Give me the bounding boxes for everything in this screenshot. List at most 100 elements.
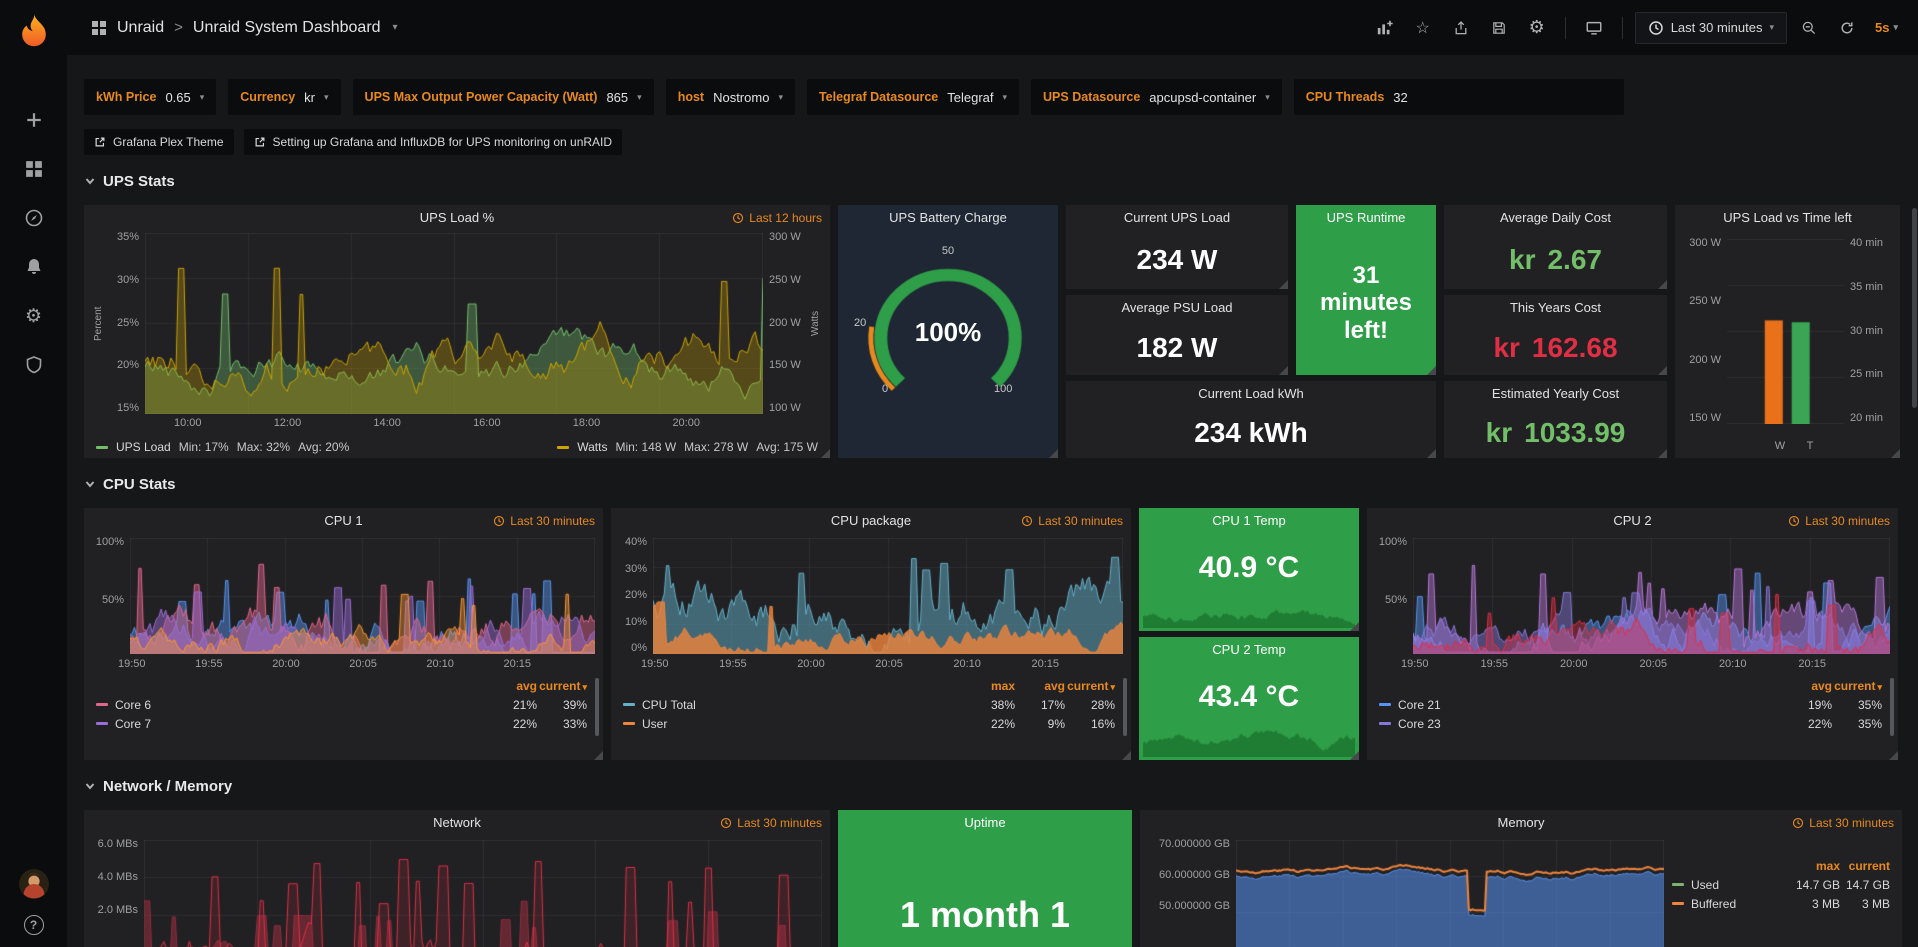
resize-handle[interactable] (1350, 751, 1359, 760)
panel-time-override[interactable]: Last 30 minutes (1021, 514, 1123, 528)
panel-title[interactable]: UPS Runtime (1296, 205, 1436, 231)
ups-load-chart[interactable] (145, 233, 763, 414)
variable-telegraf-datasource[interactable]: Telegraf Datasource Telegraf ▾ (807, 79, 1019, 115)
legend-col-max[interactable]: max (965, 679, 1015, 693)
save-icon[interactable] (1483, 12, 1515, 44)
panel-title[interactable]: Uptime (838, 810, 1132, 836)
resize-handle[interactable] (1279, 280, 1288, 289)
dashboard-settings-gear-icon[interactable]: ⚙ (1521, 12, 1553, 44)
configuration-gear-icon[interactable]: ⚙ (24, 306, 44, 326)
legend-col-current[interactable]: current▾ (537, 679, 587, 693)
resize-handle[interactable] (1122, 751, 1131, 760)
star-icon[interactable]: ☆ (1407, 12, 1439, 44)
variable-host[interactable]: host Nostromo ▾ (666, 79, 795, 115)
network-chart[interactable] (144, 840, 822, 947)
resize-handle[interactable] (1049, 449, 1058, 458)
dashboard-title[interactable]: Unraid System Dashboard (193, 19, 381, 37)
panel-time-override[interactable]: Last 30 minutes (720, 816, 822, 830)
series-name[interactable]: CPU Total (642, 698, 696, 712)
resize-handle[interactable] (1658, 366, 1667, 375)
apps-grid-icon[interactable] (91, 20, 107, 36)
explore-compass-icon[interactable] (24, 208, 44, 228)
section-header-cpu-stats[interactable]: CPU Stats (84, 474, 1901, 494)
resize-handle[interactable] (1350, 622, 1359, 631)
user-avatar[interactable] (19, 869, 49, 899)
panel-time-override[interactable]: Last 30 minutes (1788, 514, 1890, 528)
cpu-package-chart[interactable] (653, 538, 1123, 654)
cycle-view-monitor-icon[interactable] (1578, 12, 1610, 44)
panel-title[interactable]: UPS Load vs Time left (1675, 205, 1900, 231)
panel-time-override[interactable]: Last 30 minutes (1792, 816, 1894, 830)
legend-col-avg[interactable]: avg (487, 679, 537, 693)
battery-gauge[interactable]: 50 20 0 100 100% (848, 245, 1048, 405)
panel-title[interactable]: CPU 2 Temp (1139, 637, 1359, 663)
section-header-network-memory[interactable]: Network / Memory (84, 776, 1901, 796)
alerting-bell-icon[interactable] (24, 257, 44, 277)
resize-handle[interactable] (1427, 449, 1436, 458)
legend-scrollbar[interactable] (1123, 678, 1127, 736)
resize-handle[interactable] (1279, 366, 1288, 375)
series-name[interactable]: Core 21 (1398, 698, 1441, 712)
series-name[interactable]: Watts (577, 440, 607, 454)
series-name[interactable]: Core 6 (115, 698, 151, 712)
help-icon[interactable]: ? (24, 915, 44, 935)
resize-handle[interactable] (1891, 449, 1900, 458)
zoom-out-icon[interactable] (1793, 12, 1825, 44)
resize-handle[interactable] (1889, 751, 1898, 760)
panel-title[interactable]: This Years Cost (1444, 295, 1667, 321)
variable-currency[interactable]: Currency kr ▾ (228, 79, 340, 115)
series-name[interactable]: User (642, 717, 667, 731)
panel-title[interactable]: Network (84, 810, 830, 836)
variable-cpu-threads-input[interactable]: CPU Threads 32 (1294, 79, 1624, 115)
panel-title[interactable]: CPU 1 Temp (1139, 508, 1359, 534)
series-name[interactable]: Buffered (1691, 897, 1736, 911)
dashboard-caret-icon[interactable]: ▾ (393, 22, 398, 33)
legend-scrollbar[interactable] (595, 678, 599, 736)
resize-handle[interactable] (1658, 280, 1667, 289)
page-scrollbar-thumb[interactable] (1912, 208, 1917, 408)
add-panel-button[interactable] (1369, 12, 1401, 44)
dashboards-icon[interactable] (24, 159, 44, 179)
cpu2-chart[interactable] (1413, 538, 1890, 654)
resize-handle[interactable] (821, 449, 830, 458)
panel-title[interactable]: Memory (1140, 810, 1902, 836)
panel-title[interactable]: UPS Load % (84, 205, 830, 231)
share-icon[interactable] (1445, 12, 1477, 44)
series-name[interactable]: Used (1691, 878, 1719, 892)
legend-col-max[interactable]: max (1790, 859, 1840, 873)
create-plus-icon[interactable] (24, 110, 44, 130)
refresh-interval-dropdown[interactable]: 5s ▾ (1869, 20, 1904, 35)
memory-chart[interactable] (1236, 840, 1664, 947)
link-ups-monitoring-guide[interactable]: Setting up Grafana and InfluxDB for UPS … (244, 129, 623, 155)
link-grafana-plex-theme[interactable]: Grafana Plex Theme (84, 129, 234, 155)
series-name[interactable]: Core 23 (1398, 717, 1441, 731)
resize-handle[interactable] (1427, 366, 1436, 375)
breadcrumb-root[interactable]: Unraid (117, 19, 164, 37)
legend-col-current[interactable]: current▾ (1065, 679, 1115, 693)
panel-title[interactable]: UPS Battery Charge (838, 205, 1058, 231)
panel-title[interactable]: Current Load kWh (1066, 381, 1436, 407)
legend-scrollbar[interactable] (1890, 678, 1894, 736)
series-name[interactable]: UPS Load (116, 440, 171, 454)
resize-handle[interactable] (594, 751, 603, 760)
resize-handle[interactable] (1658, 449, 1667, 458)
panel-title[interactable]: Average Daily Cost (1444, 205, 1667, 231)
panel-time-override[interactable]: Last 30 minutes (493, 514, 595, 528)
panel-title[interactable]: Current UPS Load (1066, 205, 1288, 231)
panel-title[interactable]: Average PSU Load (1066, 295, 1288, 321)
series-name[interactable]: Core 7 (115, 717, 151, 731)
refresh-icon[interactable] (1831, 12, 1863, 44)
panel-time-override[interactable]: Last 12 hours (732, 211, 822, 225)
time-range-picker[interactable]: Last 30 minutes ▾ (1635, 12, 1787, 44)
grafana-logo-icon[interactable] (16, 12, 52, 48)
panel-title[interactable]: Estimated Yearly Cost (1444, 381, 1667, 407)
section-header-ups-stats[interactable]: UPS Stats (84, 171, 1901, 191)
server-admin-shield-icon[interactable] (24, 355, 44, 375)
legend-col-current[interactable]: current▾ (1832, 679, 1882, 693)
legend-col-avg[interactable]: avg (1015, 679, 1065, 693)
ups-load-vs-time-bar-chart[interactable] (1727, 239, 1844, 424)
variable-ups-max-output[interactable]: UPS Max Output Power Capacity (Watt) 865… (353, 79, 654, 115)
variable-ups-datasource[interactable]: UPS Datasource apcupsd-container ▾ (1031, 79, 1282, 115)
legend-col-current[interactable]: current (1840, 859, 1890, 873)
variable-kwh-price[interactable]: kWh Price 0.65 ▾ (84, 79, 216, 115)
